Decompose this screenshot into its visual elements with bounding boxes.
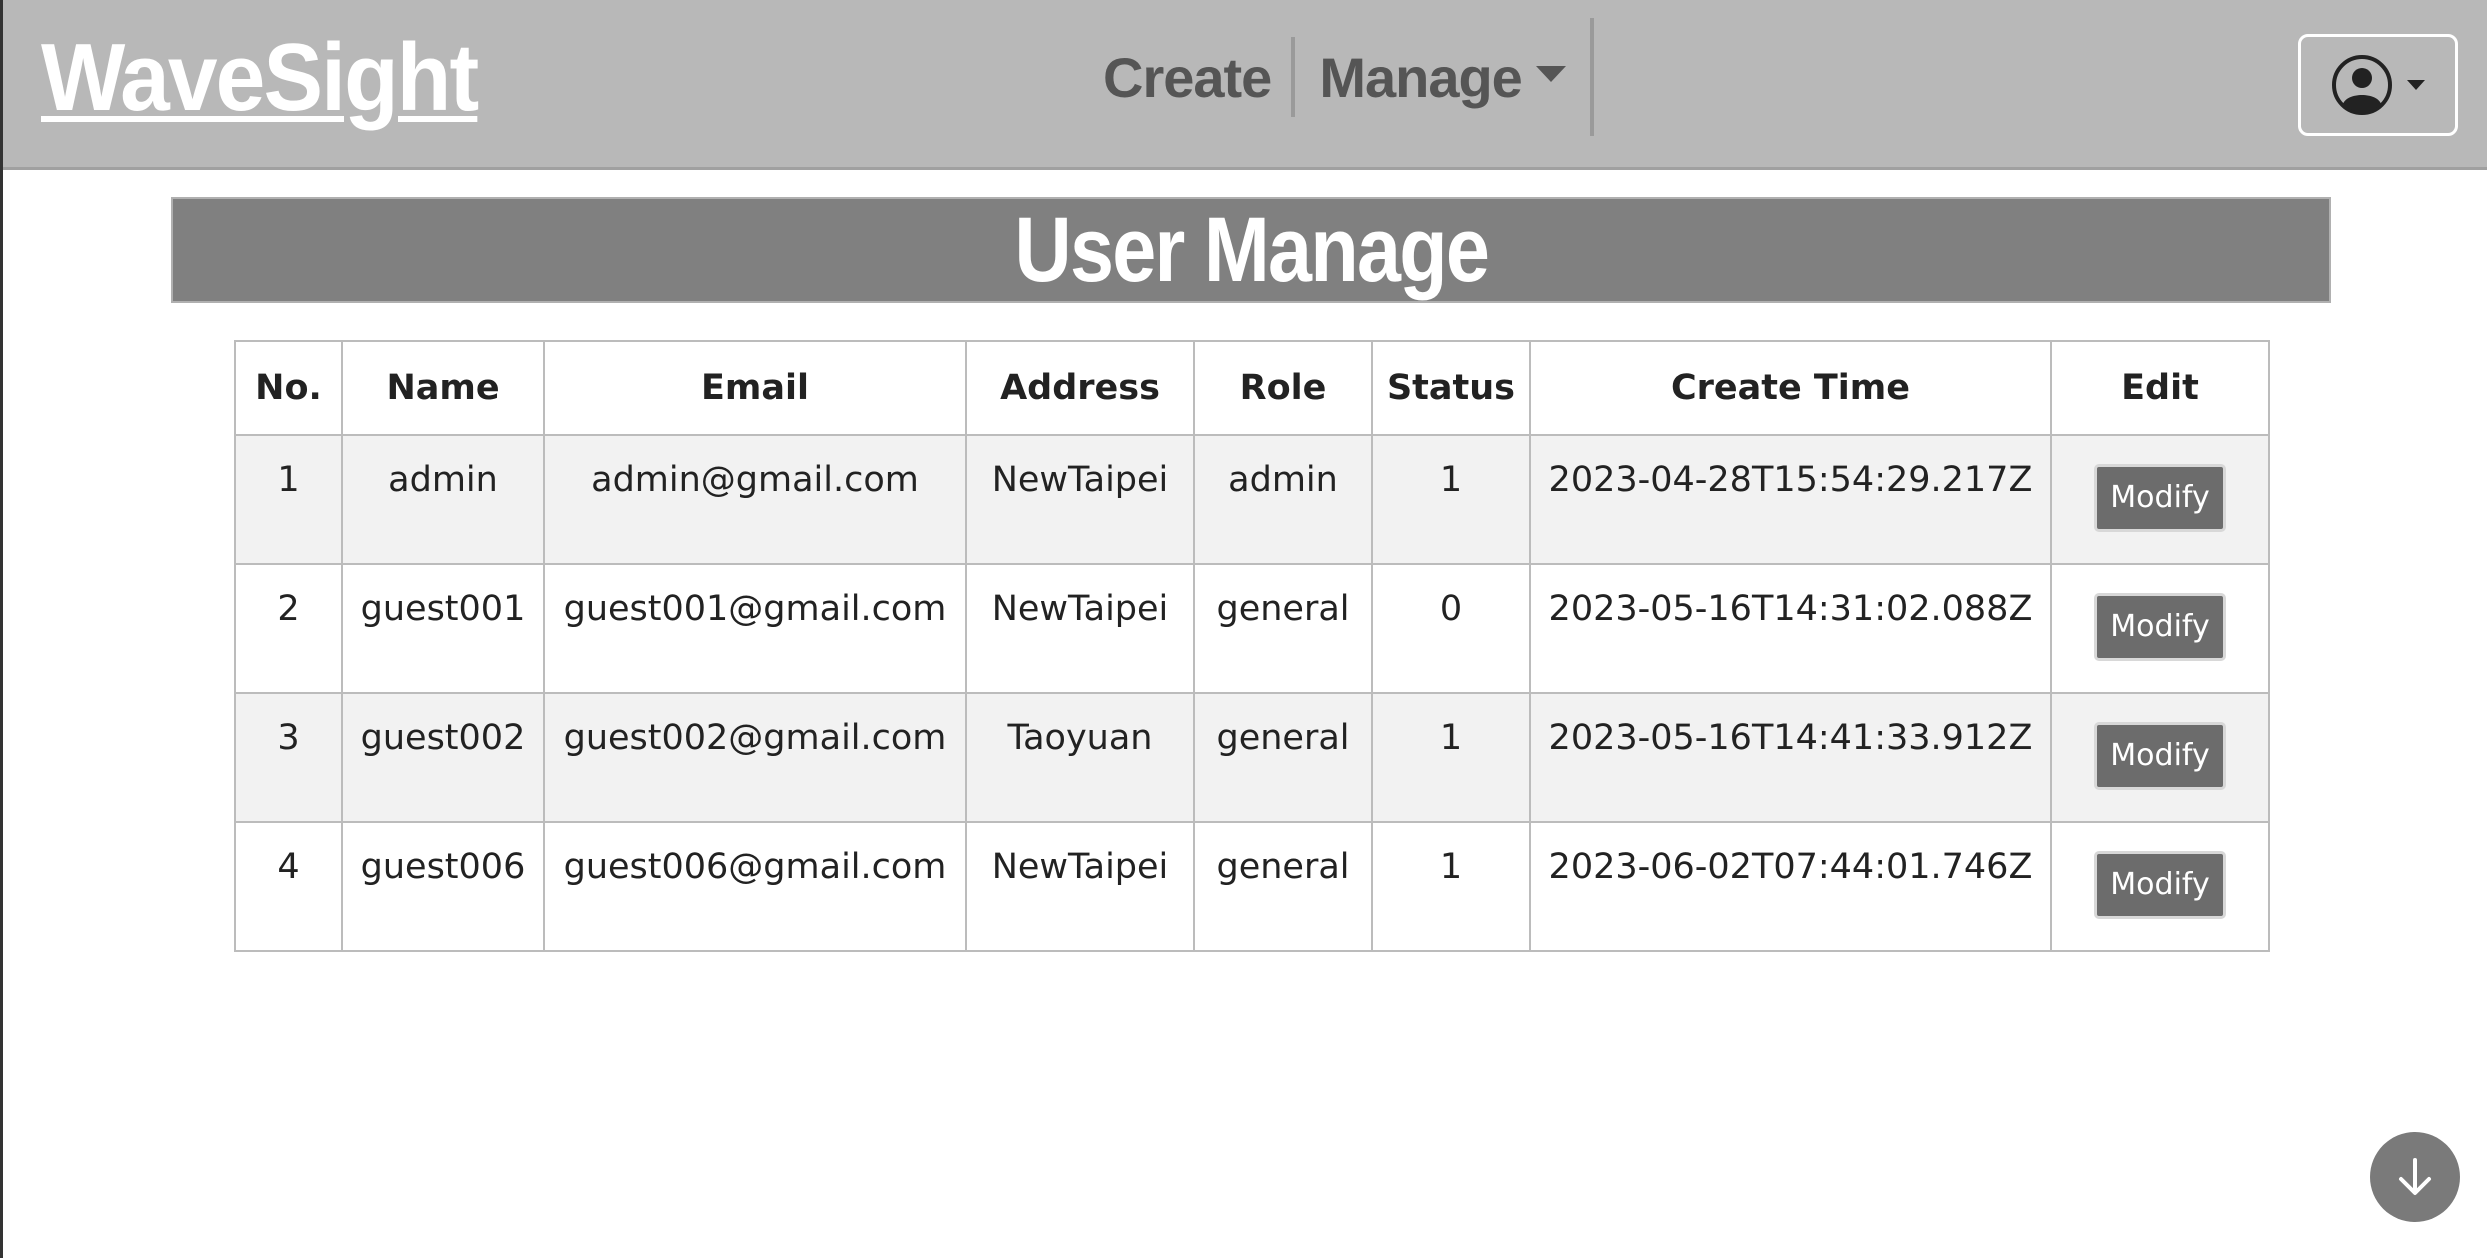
cell-name: admin bbox=[341, 434, 545, 565]
column-header-role: Role bbox=[1193, 340, 1373, 436]
user-circle-icon bbox=[2332, 55, 2392, 115]
page-title-banner: User Manage bbox=[171, 197, 2331, 303]
nav-manage-label: Manage bbox=[1319, 45, 1522, 109]
chevron-down-icon bbox=[1535, 66, 1566, 82]
cell-status: 1 bbox=[1371, 692, 1531, 823]
cell-create-time: 2023-05-16T14:41:33.912Z bbox=[1529, 692, 2052, 823]
column-header-address: Address bbox=[965, 340, 1195, 436]
table-row: 2 guest001 guest001@gmail.com NewTaipei … bbox=[234, 563, 2270, 694]
column-header-email: Email bbox=[543, 340, 967, 436]
cell-no: 3 bbox=[234, 692, 343, 823]
cell-address: Taoyuan bbox=[965, 692, 1195, 823]
user-menu-button[interactable] bbox=[2298, 34, 2458, 136]
cell-create-time: 2023-04-28T15:54:29.217Z bbox=[1529, 434, 2052, 565]
cell-edit: Modify bbox=[2050, 434, 2270, 565]
column-header-status: Status bbox=[1371, 340, 1531, 436]
cell-edit: Modify bbox=[2050, 692, 2270, 823]
user-table: No. Name Email Address Role Status Creat… bbox=[234, 340, 2270, 952]
scroll-down-button[interactable] bbox=[2370, 1132, 2460, 1222]
cell-email: guest002@gmail.com bbox=[543, 692, 967, 823]
cell-create-time: 2023-05-16T14:31:02.088Z bbox=[1529, 563, 2052, 694]
main-nav: Create Manage bbox=[1103, 18, 1594, 136]
cell-edit: Modify bbox=[2050, 563, 2270, 694]
cell-name: guest006 bbox=[341, 821, 545, 952]
table-row: 3 guest002 guest002@gmail.com Taoyuan ge… bbox=[234, 692, 2270, 823]
cell-status: 1 bbox=[1371, 821, 1531, 952]
modify-button[interactable]: Modify bbox=[2094, 851, 2226, 919]
modify-button[interactable]: Modify bbox=[2094, 464, 2226, 532]
cell-no: 2 bbox=[234, 563, 343, 694]
brand-logo-link[interactable]: WaveSight bbox=[41, 30, 479, 126]
cell-address: NewTaipei bbox=[965, 563, 1195, 694]
cell-email: guest001@gmail.com bbox=[543, 563, 967, 694]
cell-role: general bbox=[1193, 821, 1373, 952]
cell-status: 0 bbox=[1371, 563, 1531, 694]
modify-button[interactable]: Modify bbox=[2094, 593, 2226, 661]
column-header-edit: Edit bbox=[2050, 340, 2270, 436]
nav-divider bbox=[1589, 18, 1594, 136]
nav-divider bbox=[1291, 37, 1296, 117]
cell-edit: Modify bbox=[2050, 821, 2270, 952]
nav-manage-dropdown[interactable]: Manage bbox=[1319, 45, 1566, 110]
arrow-down-icon bbox=[2399, 1158, 2431, 1195]
cell-role: general bbox=[1193, 692, 1373, 823]
table-header-row: No. Name Email Address Role Status Creat… bbox=[234, 340, 2270, 436]
cell-role: general bbox=[1193, 563, 1373, 694]
column-header-name: Name bbox=[341, 340, 545, 436]
page: WaveSight Create Manage User Manage No. … bbox=[0, 0, 2487, 1258]
column-header-create-time: Create Time bbox=[1529, 340, 2052, 436]
cell-address: NewTaipei bbox=[965, 434, 1195, 565]
cell-create-time: 2023-06-02T07:44:01.746Z bbox=[1529, 821, 2052, 952]
table-row: 1 admin admin@gmail.com NewTaipei admin … bbox=[234, 434, 2270, 565]
column-header-no: No. bbox=[234, 340, 343, 436]
chevron-down-icon bbox=[2407, 80, 2425, 90]
navbar: WaveSight Create Manage bbox=[3, 0, 2487, 170]
nav-create-link[interactable]: Create bbox=[1103, 45, 1291, 110]
user-table-container: No. Name Email Address Role Status Creat… bbox=[234, 340, 2270, 952]
cell-status: 1 bbox=[1371, 434, 1531, 565]
page-title: User Manage bbox=[1014, 199, 1489, 301]
cell-no: 4 bbox=[234, 821, 343, 952]
cell-no: 1 bbox=[234, 434, 343, 565]
cell-address: NewTaipei bbox=[965, 821, 1195, 952]
cell-email: guest006@gmail.com bbox=[543, 821, 967, 952]
cell-name: guest001 bbox=[341, 563, 545, 694]
cell-email: admin@gmail.com bbox=[543, 434, 967, 565]
cell-role: admin bbox=[1193, 434, 1373, 565]
modify-button[interactable]: Modify bbox=[2094, 722, 2226, 790]
table-row: 4 guest006 guest006@gmail.com NewTaipei … bbox=[234, 821, 2270, 952]
cell-name: guest002 bbox=[341, 692, 545, 823]
